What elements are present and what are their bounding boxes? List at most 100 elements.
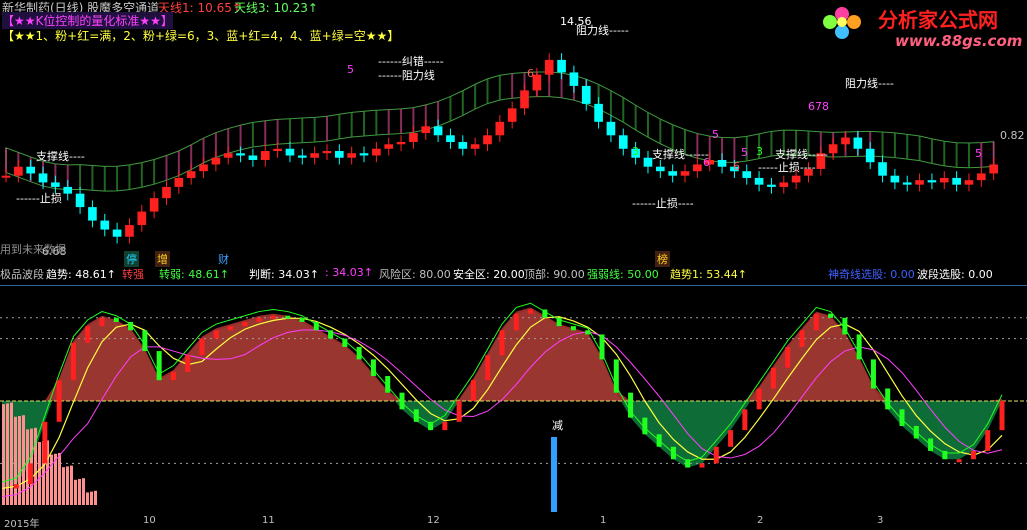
candle-body: [902, 182, 912, 185]
volume-bar: [18, 416, 21, 505]
indicator-bar: [999, 401, 1005, 431]
marker-6a: 6: [527, 67, 534, 80]
indicator-bar: [642, 417, 648, 435]
candle-body: [38, 173, 48, 183]
indicator-bar: [585, 330, 591, 335]
candle-body: [211, 157, 221, 165]
indicator-bar: [528, 309, 534, 314]
indicator-bar: [799, 330, 805, 347]
candle-body: [112, 229, 122, 237]
candle-body: [359, 153, 369, 156]
box-cai: 财: [218, 253, 229, 266]
volume-bar: [78, 479, 81, 505]
indicator-bar: [13, 484, 19, 489]
candle-body: [581, 85, 591, 104]
candle-body: [186, 171, 196, 178]
volume-bar: [70, 465, 73, 505]
indicator-bar: [856, 334, 862, 360]
volume-bar: [10, 402, 13, 505]
x-tick: 10: [143, 515, 156, 526]
indicator-bar: [42, 421, 48, 464]
indicator-bar: [299, 317, 305, 322]
indicator-bar: [199, 338, 205, 356]
volume-bar: [82, 478, 85, 505]
marker-3b: 3: [756, 145, 763, 158]
candle-body: [322, 151, 332, 154]
candle-body: [569, 72, 579, 86]
candle-body: [248, 155, 258, 160]
indicator-bar: [670, 446, 676, 460]
volume-bar: [86, 492, 89, 505]
volume-bar: [66, 466, 69, 505]
candle-body: [779, 182, 789, 187]
support-line-2: 支撑线------: [652, 148, 709, 161]
indicator-bar: [656, 434, 662, 447]
candle-body: [952, 177, 961, 185]
marker-678: 678: [808, 100, 829, 113]
candle-body: [75, 193, 85, 208]
resistance-line-2: ------阻力线: [378, 69, 435, 82]
indicator-bar: [899, 409, 905, 426]
indicator-bar: [942, 450, 948, 460]
candle-body: [841, 137, 850, 145]
candle-body: [409, 133, 418, 143]
candle-body: [260, 151, 270, 160]
volume-bar: [58, 453, 61, 505]
support-line-1: 支撑线----: [36, 150, 85, 163]
indicator-bar: [713, 446, 719, 464]
indicator-bar: [913, 425, 919, 439]
indicator-bar: [242, 321, 248, 327]
candle-body: [63, 186, 73, 194]
indicator-bar: [870, 359, 876, 389]
candle-body: [310, 153, 319, 158]
indicator-bar: [170, 371, 176, 381]
indicator-bar: [56, 380, 62, 422]
indicator-name: 极品波段: [0, 268, 44, 281]
indicator-boduan: 波段选股: 0.00: [917, 268, 993, 281]
indicator-bar: [970, 450, 976, 460]
candle-body: [976, 173, 986, 181]
indicator-bar: [885, 388, 891, 410]
candle-body: [767, 184, 776, 187]
candle-body: [137, 211, 147, 226]
x-tick: 2015年: [4, 519, 40, 530]
candle-body: [618, 135, 628, 149]
indicator-bar: [113, 317, 119, 322]
indicator-judge2: : 34.03↑: [325, 266, 373, 279]
candle-body: [458, 142, 468, 149]
marker-5d: 5: [975, 147, 982, 160]
candle-body: [668, 171, 677, 176]
indicator-trend1: 趋势1: 53.44↑: [670, 268, 747, 281]
candle-body: [865, 148, 875, 163]
indicator-bar: [570, 326, 576, 331]
candle-body: [656, 166, 665, 172]
indicator-bar: [742, 409, 748, 431]
x-tick: 2: [757, 515, 764, 526]
candle-body: [964, 180, 974, 185]
candle-body: [433, 126, 443, 136]
indicator-bar: [828, 313, 834, 318]
candle-body: [915, 180, 924, 185]
candle-body: [927, 180, 937, 183]
candle-body: [384, 144, 394, 149]
indicator-bar: [413, 409, 419, 422]
logo-title: 分析家公式网: [878, 8, 998, 32]
candle-body: [446, 135, 455, 143]
stop-loss-3: -----止损----: [758, 161, 816, 174]
candle-body: [520, 90, 529, 109]
indicator-bar: [470, 380, 476, 401]
volume-bar: [6, 403, 9, 505]
indicator-bar: [613, 359, 619, 393]
indicator-bar: [456, 401, 462, 422]
indicator-strong-weak: 强弱线: 50.00: [587, 268, 659, 281]
candle-body: [100, 220, 110, 230]
candle-body: [88, 207, 97, 221]
candle-body: [878, 162, 887, 176]
volume-bar: [90, 491, 93, 505]
candle-body: [396, 142, 406, 145]
indicator-bar: [599, 334, 605, 360]
candle-body: [26, 166, 36, 174]
price-chart: [1, 53, 998, 244]
indicator-bar: [485, 355, 491, 381]
candle-body: [791, 175, 801, 183]
